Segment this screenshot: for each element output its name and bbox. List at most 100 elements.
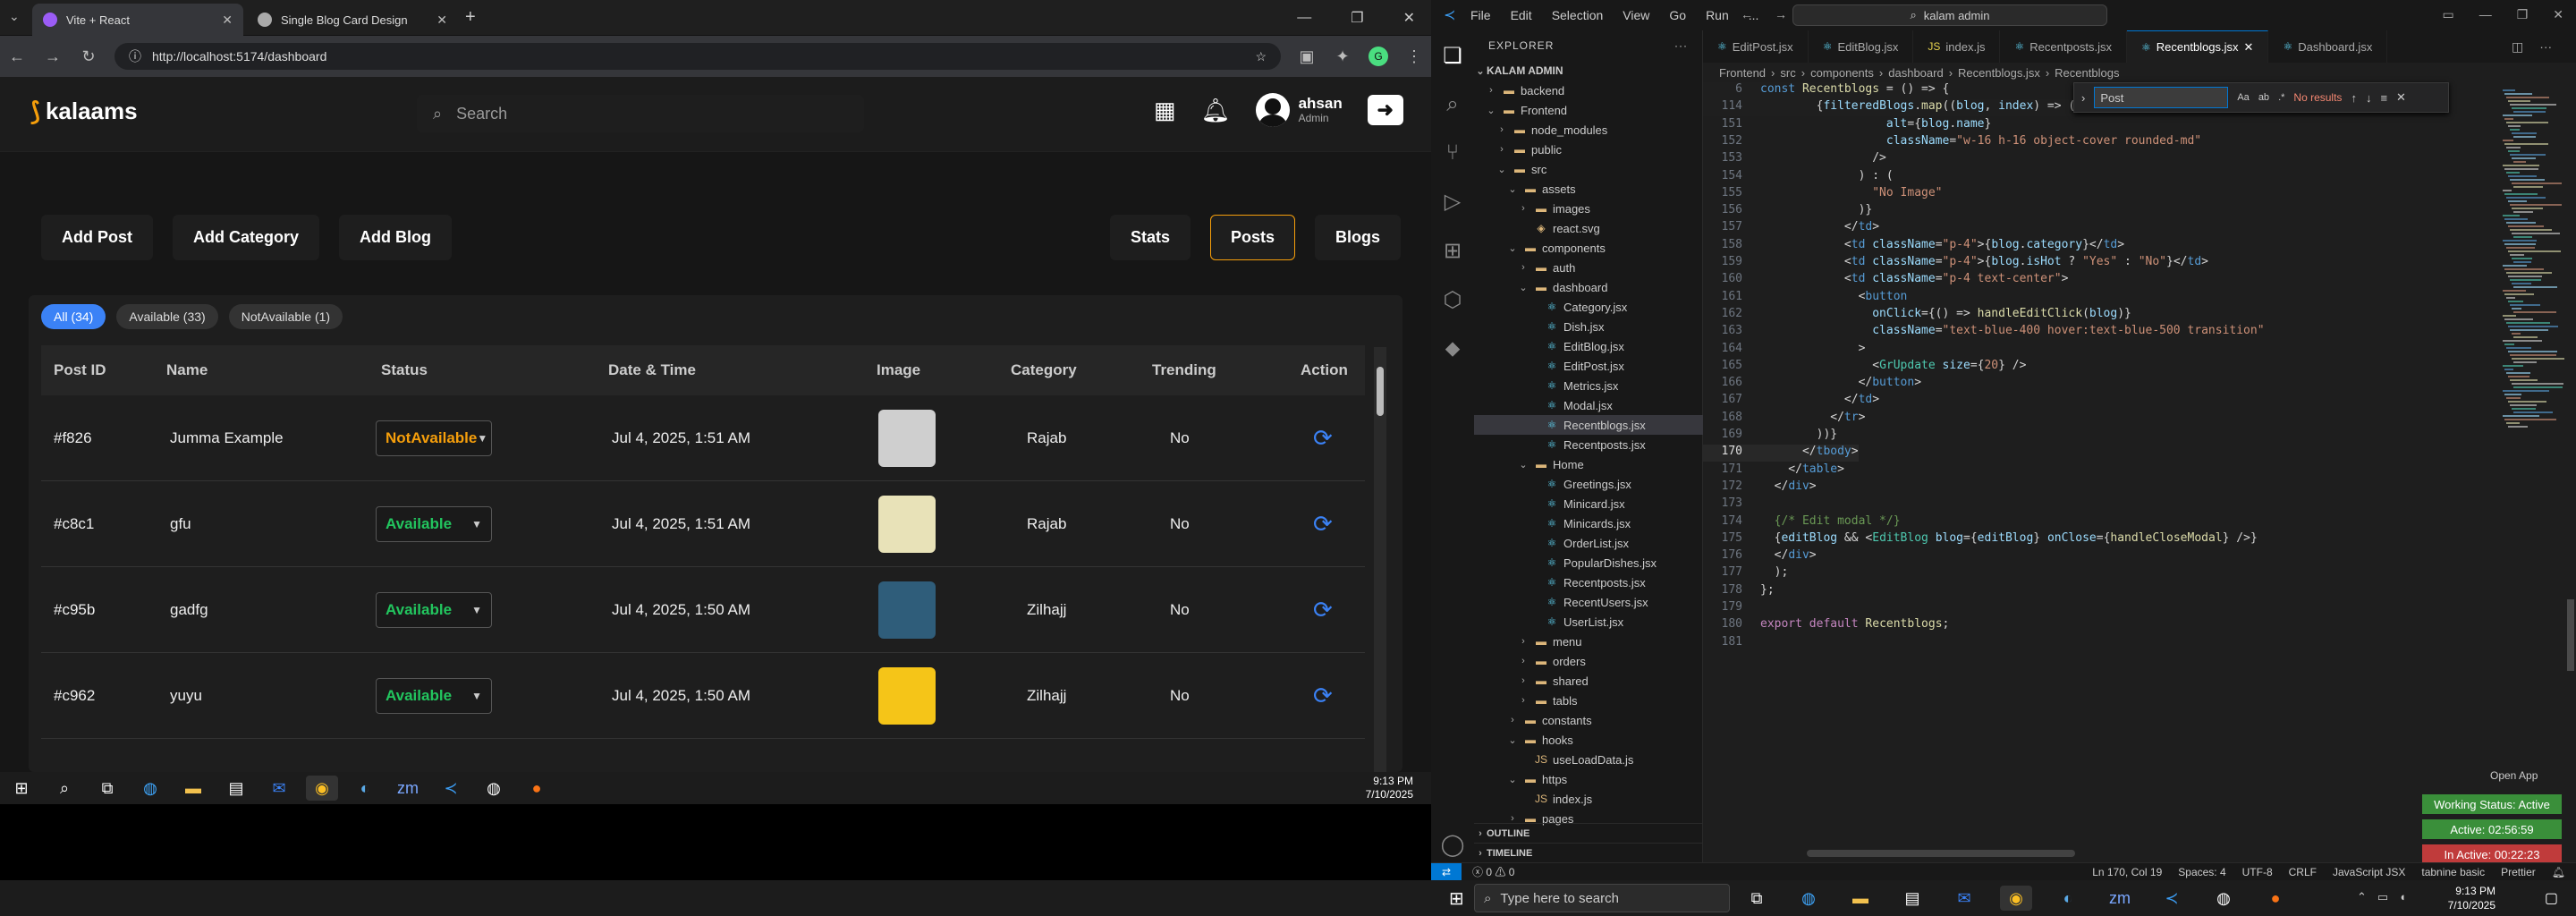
- tree-file[interactable]: ⚛ Recentblogs.jsx: [1474, 415, 1703, 435]
- tree-folder[interactable]: › ▬ menu: [1474, 632, 1703, 651]
- prev-match-icon[interactable]: ↑: [2351, 91, 2357, 105]
- app-icon[interactable]: ◍: [478, 776, 510, 801]
- add-category-button[interactable]: Add Category: [173, 214, 320, 260]
- tree-file[interactable]: ⚛ Greetings.jsx: [1474, 474, 1703, 494]
- more-actions-icon[interactable]: ···: [1674, 39, 1688, 52]
- tree-folder[interactable]: ⌄ ▬ assets: [1474, 179, 1703, 199]
- forward-icon[interactable]: →: [1775, 7, 1787, 21]
- network-icon[interactable]: ▭: [2377, 890, 2388, 904]
- explorer-icon[interactable]: ❏: [1443, 43, 1462, 69]
- tree-folder[interactable]: ⌄ ▬ Home: [1474, 454, 1703, 474]
- code-line[interactable]: 165 <GrUpdate size={20} />: [1703, 359, 2027, 376]
- tree-file[interactable]: ⚛ EditBlog.jsx: [1474, 336, 1703, 356]
- tree-folder[interactable]: ⌄ ▬ components: [1474, 238, 1703, 258]
- horizontal-scrollbar[interactable]: [1807, 850, 2075, 857]
- windows-start-icon[interactable]: ⊞: [5, 776, 38, 801]
- code-line[interactable]: 158 <td className="p-4">{blog.category}<…: [1703, 238, 2125, 255]
- code-line[interactable]: 175 {editBlog && <EditBlog blog={editBlo…: [1703, 531, 2258, 548]
- indentation[interactable]: Spaces: 4: [2178, 866, 2225, 878]
- tree-file[interactable]: ⚛ Metrics.jsx: [1474, 376, 1703, 395]
- run-debug-icon[interactable]: ▷: [1445, 189, 1461, 215]
- new-tab-icon[interactable]: +: [465, 7, 476, 28]
- menu-run[interactable]: Run: [1706, 8, 1729, 22]
- volume-icon[interactable]: ◖: [2399, 890, 2406, 904]
- bell-icon[interactable]: 🔔︎: [1201, 97, 1231, 124]
- update-icon[interactable]: ⟳: [1313, 424, 1333, 452]
- tree-folder[interactable]: › ▬ auth: [1474, 258, 1703, 277]
- code-line[interactable]: 174 {/* Edit modal */}: [1703, 514, 1901, 531]
- cursor-position[interactable]: Ln 170, Col 19: [2092, 866, 2162, 878]
- encoding[interactable]: UTF-8: [2242, 866, 2273, 878]
- tree-folder[interactable]: › ▬ constants: [1474, 710, 1703, 730]
- profile-icon[interactable]: G: [1368, 47, 1388, 66]
- col-trending[interactable]: Trending: [1152, 361, 1216, 379]
- tree-file[interactable]: JS index.js: [1474, 789, 1703, 809]
- tree-folder[interactable]: ⌄ ▬ hooks: [1474, 730, 1703, 750]
- tree-file[interactable]: ⚛ Minicards.jsx: [1474, 513, 1703, 533]
- col-name[interactable]: Name: [166, 361, 208, 379]
- code-line[interactable]: 159 <td className="p-4">{blog.isHot ? "Y…: [1703, 255, 2208, 272]
- tree-folder[interactable]: ⌄ ▬ Frontend: [1474, 100, 1703, 120]
- reload-icon[interactable]: ↻: [79, 47, 98, 66]
- clock[interactable]: 9:13 PM 7/10/2025: [1366, 775, 1413, 802]
- site-info-icon[interactable]: ⓘ: [129, 47, 141, 65]
- add-post-button[interactable]: Add Post: [41, 214, 153, 260]
- line-ending[interactable]: CRLF: [2289, 866, 2317, 878]
- tree-file[interactable]: ⚛ Dish.jsx: [1474, 317, 1703, 336]
- source-control-icon[interactable]: ⑂: [1446, 140, 1459, 165]
- bookmark-star-icon[interactable]: ☆: [1255, 49, 1267, 64]
- table-scrollbar[interactable]: [1374, 347, 1386, 772]
- col-category[interactable]: Category: [1011, 361, 1077, 379]
- breadcrumb-item[interactable]: components: [1810, 66, 1874, 80]
- prettier-status[interactable]: Prettier: [2501, 866, 2536, 878]
- search-input[interactable]: Search: [456, 105, 507, 123]
- tree-folder[interactable]: › ▬ images: [1474, 199, 1703, 218]
- notification-center-icon[interactable]: ▢: [2545, 889, 2558, 907]
- chevron-right-icon[interactable]: ›: [2081, 91, 2085, 105]
- language-mode[interactable]: JavaScript JSX: [2333, 866, 2405, 878]
- col-date[interactable]: Date & Time: [608, 361, 696, 379]
- find-input[interactable]: Post: [2094, 87, 2229, 108]
- breadcrumb-item[interactable]: Recentblogs.jsx: [1958, 66, 2040, 80]
- editor-tab[interactable]: ⚛ Recentposts.jsx: [2000, 30, 2127, 63]
- code-line[interactable]: 179: [1703, 600, 1760, 617]
- task-view-icon[interactable]: ⧉: [1741, 886, 1773, 911]
- file-explorer-icon[interactable]: ▬: [177, 776, 209, 801]
- breadcrumb-item[interactable]: Recentblogs: [2055, 66, 2119, 80]
- editor-scrollbar[interactable]: [2567, 599, 2574, 671]
- menu-file[interactable]: File: [1470, 8, 1491, 22]
- app-icon[interactable]: ◐: [2052, 886, 2084, 911]
- tree-file[interactable]: ⚛ Recentposts.jsx: [1474, 435, 1703, 454]
- code-line[interactable]: 176 </div>: [1703, 548, 1817, 565]
- user-menu[interactable]: ahsan Admin: [1255, 93, 1343, 127]
- minimize-icon[interactable]: —: [2479, 7, 2492, 22]
- tree-file[interactable]: ⚛ Recentposts.jsx: [1474, 572, 1703, 592]
- store-icon[interactable]: ▤: [220, 776, 252, 801]
- status-select[interactable]: NotAvailable ▼: [376, 420, 492, 456]
- next-match-icon[interactable]: ↓: [2366, 91, 2372, 105]
- tabnine-status[interactable]: tabnine basic: [2421, 866, 2485, 878]
- tree-folder[interactable]: › ▬ shared: [1474, 671, 1703, 691]
- tree-folder[interactable]: › ▬ backend: [1474, 81, 1703, 100]
- code-line[interactable]: 157 </td>: [1703, 220, 1880, 237]
- code-line[interactable]: 163 className="text-blue-400 hover:text-…: [1703, 324, 2265, 341]
- add-blog-button[interactable]: Add Blog: [339, 214, 452, 260]
- menu-dots-icon[interactable]: ⋮: [1404, 47, 1424, 66]
- tabnine-icon[interactable]: ⬥: [1445, 336, 1461, 361]
- match-case-icon[interactable]: Aa: [2237, 92, 2249, 103]
- task-view-icon[interactable]: ⧉: [91, 776, 123, 801]
- code-line[interactable]: 166 </button>: [1703, 376, 1922, 393]
- tree-folder[interactable]: ⌄ ▬ dashboard: [1474, 277, 1703, 297]
- scroll-thumb[interactable]: [1377, 367, 1384, 416]
- tab-search-icon[interactable]: ⌄: [9, 9, 20, 24]
- update-icon[interactable]: ⟳: [1313, 596, 1333, 623]
- menu-view[interactable]: View: [1623, 8, 1649, 22]
- tree-file[interactable]: ⚛ RecentUsers.jsx: [1474, 592, 1703, 612]
- col-image[interactable]: Image: [877, 361, 920, 379]
- close-window-icon[interactable]: ✕: [1403, 9, 1415, 27]
- tree-file[interactable]: ⚛ Category.jsx: [1474, 297, 1703, 317]
- find-selection-icon[interactable]: ≡: [2380, 91, 2387, 105]
- vscode-icon[interactable]: ≺: [2156, 886, 2188, 911]
- code-line[interactable]: 152 className="w-16 h-16 object-cover ro…: [1703, 134, 2202, 151]
- windows-start-icon[interactable]: ⊞: [1449, 887, 1464, 910]
